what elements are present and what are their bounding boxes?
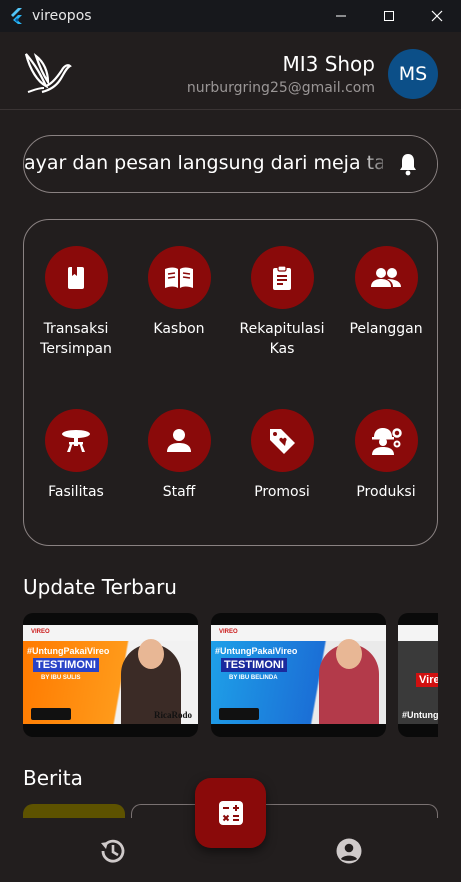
minimize-icon (336, 15, 346, 17)
open-book-icon (165, 267, 193, 288)
tag-heart-icon (270, 428, 295, 454)
news-section-title: Berita (23, 766, 83, 790)
menu-item-staff[interactable]: Staff (127, 409, 231, 502)
bell-icon[interactable] (396, 152, 420, 176)
update-thumbnail: Vire #Untung (398, 625, 438, 724)
engineer-icon (372, 427, 402, 455)
card-heading: TESTIMONI (221, 658, 287, 672)
account-circle-icon[interactable] (335, 837, 363, 865)
menu-item-rekapitulasi-kas[interactable]: Rekapitulasi Kas (230, 246, 334, 359)
menu-item-transaksi-tersimpan[interactable]: Transaksi Tersimpan (24, 246, 128, 359)
clipboard-icon (273, 264, 291, 290)
calculator-fab-button[interactable] (195, 778, 266, 848)
table-icon (62, 429, 90, 452)
window-title: vireopos (32, 8, 92, 24)
menu-item-produksi[interactable]: Produksi (334, 409, 438, 502)
announcement-text: ayar dan pesan langsung dari meja ta (24, 152, 386, 174)
menu-label: Promosi (254, 484, 310, 500)
menu-item-promosi[interactable]: Promosi (230, 409, 334, 502)
update-thumbnail: VIREO #UntungPakaiVireo TESTIMONI BY IBU… (23, 625, 198, 724)
close-icon (431, 10, 443, 22)
people-icon (371, 267, 401, 287)
app-header: MI3 Shop nurburgring25@gmail.com MS (0, 32, 461, 110)
card-heading: Vire (416, 673, 438, 687)
menu-label: Rekapitulasi Kas (239, 321, 325, 357)
shop-email: nurburgring25@gmail.com (186, 80, 375, 96)
menu-label: Staff (162, 484, 196, 500)
vireo-bird-logo-icon (24, 53, 72, 94)
maximize-icon (384, 11, 394, 21)
announcement-banner: ayar dan pesan langsung dari meja ta (23, 135, 438, 193)
updates-section-title: Update Terbaru (23, 575, 177, 599)
menu-grid: Transaksi Tersimpan Kasbon Rekapitulasi … (23, 219, 438, 546)
card-byline: BY IBU BELINDA (229, 675, 278, 681)
card-hashtag: #Untung (402, 710, 438, 720)
shop-name: MI3 Shop (282, 52, 375, 76)
google-play-badge (31, 708, 71, 720)
update-card[interactable]: VIREO #UntungPakaiVireo TESTIMONI BY IBU… (211, 613, 386, 737)
menu-item-pelanggan[interactable]: Pelanggan (334, 246, 438, 339)
card-brand: RicaRodo (154, 710, 192, 720)
flutter-logo-icon (11, 8, 22, 24)
bookmark-book-icon (68, 266, 84, 289)
update-card[interactable]: Vire #Untung (398, 613, 438, 737)
avatar[interactable]: MS (388, 49, 438, 99)
menu-label: Fasilitas (48, 484, 104, 500)
card-hashtag: #UntungPakaiVireo (215, 646, 298, 656)
update-thumbnail: VIREO #UntungPakaiVireo TESTIMONI BY IBU… (211, 625, 386, 724)
menu-label: Kasbon (153, 321, 205, 337)
person-icon (167, 428, 191, 452)
card-hashtag: #UntungPakaiVireo (27, 646, 110, 656)
minimize-button[interactable] (317, 0, 365, 32)
menu-label: Pelanggan (349, 321, 423, 337)
google-play-badge (219, 708, 259, 720)
card-byline: BY IBU SULIS (41, 675, 81, 681)
history-icon[interactable] (98, 837, 126, 865)
window-titlebar: vireopos (0, 0, 461, 32)
update-card[interactable]: VIREO #UntungPakaiVireo TESTIMONI BY IBU… (23, 613, 198, 737)
calculator-icon (218, 801, 243, 825)
menu-label: Transaksi Tersimpan (40, 321, 112, 357)
menu-label: Produksi (356, 484, 416, 500)
maximize-button[interactable] (365, 0, 413, 32)
updates-carousel[interactable]: VIREO #UntungPakaiVireo TESTIMONI BY IBU… (23, 613, 438, 739)
menu-item-fasilitas[interactable]: Fasilitas (24, 409, 128, 502)
close-button[interactable] (413, 0, 461, 32)
card-heading: TESTIMONI (33, 658, 99, 672)
menu-item-kasbon[interactable]: Kasbon (127, 246, 231, 339)
